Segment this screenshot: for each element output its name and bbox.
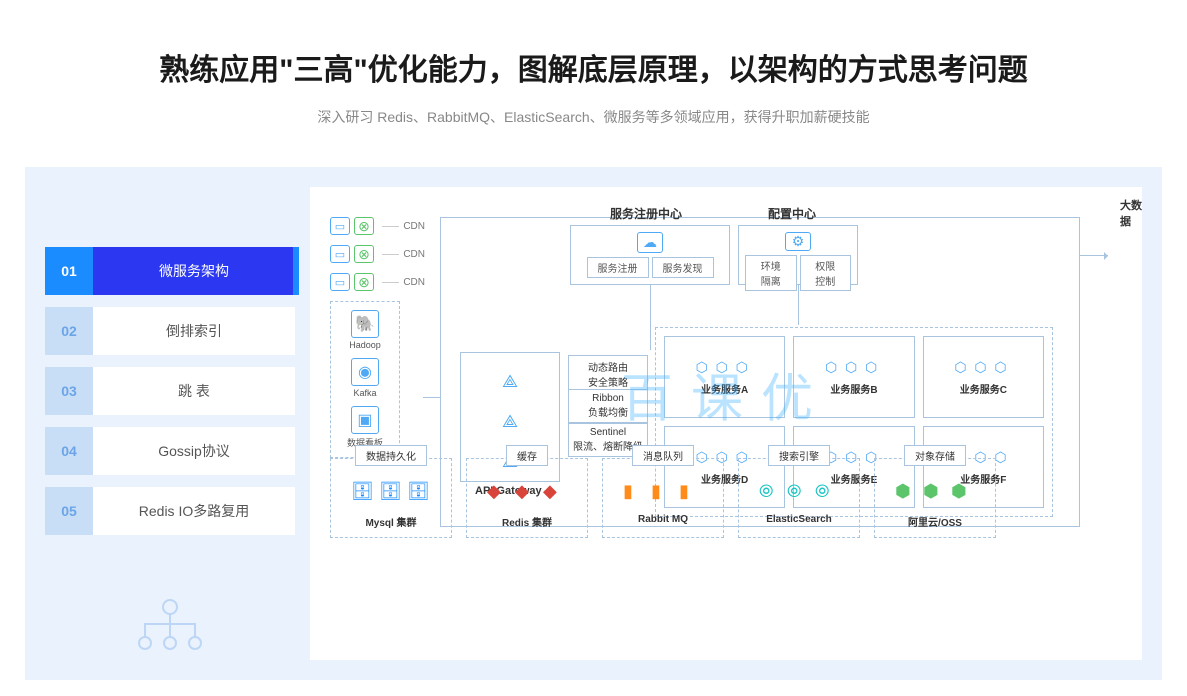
bigdata-title: 大数据 [1120, 197, 1142, 229]
bigdata-panel: 🐘Hadoop ◉Kafka ▣数据看板 [330, 301, 400, 458]
node-icon: ⬡ [845, 359, 863, 377]
kafka-icon: ◉ [351, 358, 379, 386]
main-content: 01 微服务架构 02 倒排索引 03 跳 表 04 Gossip协议 05 R… [25, 167, 1162, 680]
node-icon: ⬡ [865, 359, 883, 377]
db-icon: 🗄 [351, 481, 375, 509]
pill-register: 服务注册 [587, 257, 649, 278]
connector-line [798, 285, 799, 325]
mq-icon: ▮ [651, 481, 675, 509]
mq-icon: ▮ [679, 481, 703, 509]
redis-icon: ◆ [487, 481, 511, 509]
service-registry-box: ☁ 服务注册 服务发现 [570, 225, 730, 285]
hadoop-icon: 🐘 [351, 310, 379, 338]
architecture-icon [130, 595, 210, 655]
redis-cluster: 缓存 ◆◆◆ Redis 集群 [466, 458, 588, 538]
aliyun-oss: 对象存储 ⬢⬢⬢ 阿里云/OSS [874, 458, 996, 538]
mq-icon: ▮ [623, 481, 647, 509]
db-icon: 🗄 [379, 481, 403, 509]
node-icon: ⬡ [736, 359, 754, 377]
node-icon: ⬡ [716, 359, 734, 377]
connector-line [650, 285, 651, 350]
connector-icon: ⟁ [502, 411, 518, 432]
pill-auth: 权限控制 [800, 255, 852, 291]
cdn-label: CDN [403, 221, 425, 232]
page-title: 熟练应用"三高"优化能力，图解底层原理，以架构的方式思考问题 [0, 45, 1187, 89]
tab-number: 05 [45, 487, 93, 535]
gear-icon: ⚙ [785, 232, 811, 251]
oss-icon: ⬢ [923, 481, 947, 509]
connector-line [1080, 255, 1108, 256]
elasticsearch: 搜索引擎 ⦾⦾⦾ ElasticSearch [738, 458, 860, 538]
cloud-icon: ☁ [637, 232, 663, 253]
group-tag: 搜索引擎 [768, 445, 830, 466]
oss-icon: ⬢ [895, 481, 919, 509]
monitor-icon: ▭ [330, 245, 350, 263]
group-tag: 对象存储 [904, 445, 966, 466]
redis-icon: ◆ [515, 481, 539, 509]
group-tag: 消息队列 [632, 445, 694, 466]
es-icon: ⦾ [759, 481, 783, 509]
check-icon: ⊗ [354, 245, 374, 263]
check-icon: ⊗ [354, 217, 374, 235]
dashboard-icon: ▣ [351, 406, 379, 434]
connector-icon: ⟁ [502, 371, 518, 392]
group-tag: 数据持久化 [355, 445, 427, 466]
mid-ribbon: Ribbon负载均衡 [568, 389, 648, 423]
node-icon: ⬡ [974, 359, 992, 377]
connector-line [423, 397, 440, 398]
architecture-diagram: 百课优 BAIKEYOU 服务注册中心 ☁ 服务注册 服务发现 配置中心 ⚙ 环… [310, 187, 1142, 660]
monitor-icon: ▭ [330, 217, 350, 235]
tab-gossip[interactable]: 04 Gossip协议 [45, 427, 295, 475]
service-b: ⬡⬡⬡业务服务B [793, 336, 914, 418]
tab-label: 倒排索引 [93, 321, 295, 341]
tab-label: 微服务架构 [93, 261, 295, 281]
tab-microservices[interactable]: 01 微服务架构 [45, 247, 295, 295]
config-title: 配置中心 [768, 205, 816, 222]
mysql-cluster: 数据持久化 🗄🗄🗄 Mysql 集群 [330, 458, 452, 538]
monitor-icon: ▭ [330, 273, 350, 291]
es-icon: ⦾ [787, 481, 811, 509]
node-icon: ⬡ [994, 359, 1012, 377]
page-subtitle: 深入研习 Redis、RabbitMQ、ElasticSearch、微服务等多领… [0, 107, 1187, 127]
tab-number: 03 [45, 367, 93, 415]
cdn-label: CDN [403, 277, 425, 288]
tab-number: 04 [45, 427, 93, 475]
tab-label: 跳 表 [93, 381, 295, 401]
pill-env: 环境隔离 [745, 255, 797, 291]
active-glow [293, 247, 299, 295]
redis-icon: ◆ [543, 481, 567, 509]
check-icon: ⊗ [354, 273, 374, 291]
sidebar: 01 微服务架构 02 倒排索引 03 跳 表 04 Gossip协议 05 R… [45, 187, 295, 660]
tab-label: Gossip协议 [93, 441, 295, 461]
rabbitmq: 消息队列 ▮▮▮ Rabbit MQ [602, 458, 724, 538]
oss-icon: ⬢ [951, 481, 975, 509]
mid-routing: 动态路由安全策略 [568, 355, 648, 393]
config-center-box: ⚙ 环境隔离 权限控制 [738, 225, 858, 285]
cdn-label: CDN [403, 249, 425, 260]
tab-number: 02 [45, 307, 93, 355]
service-c: ⬡⬡⬡业务服务C [923, 336, 1044, 418]
group-tag: 缓存 [506, 445, 548, 466]
registry-title: 服务注册中心 [610, 205, 682, 222]
node-icon: ⬡ [954, 359, 972, 377]
node-icon: ⬡ [696, 359, 714, 377]
tab-label: Redis IO多路复用 [93, 501, 295, 521]
service-a: ⬡⬡⬡业务服务A [664, 336, 785, 418]
sidebar-decoration-icon [130, 595, 210, 660]
tab-number: 01 [45, 247, 93, 295]
tab-inverted-index[interactable]: 02 倒排索引 [45, 307, 295, 355]
db-icon: 🗄 [407, 481, 431, 509]
tab-redis-io[interactable]: 05 Redis IO多路复用 [45, 487, 295, 535]
cdn-column: ▭⊗CDN ▭⊗CDN ▭⊗CDN [330, 217, 425, 291]
node-icon: ⬡ [825, 359, 843, 377]
pill-discover: 服务发现 [652, 257, 714, 278]
tab-skiplist[interactable]: 03 跳 表 [45, 367, 295, 415]
node-icon: ⬡ [994, 449, 1012, 467]
page-header: 熟练应用"三高"优化能力，图解底层原理，以架构的方式思考问题 深入研习 Redi… [0, 0, 1187, 157]
es-icon: ⦾ [815, 481, 839, 509]
